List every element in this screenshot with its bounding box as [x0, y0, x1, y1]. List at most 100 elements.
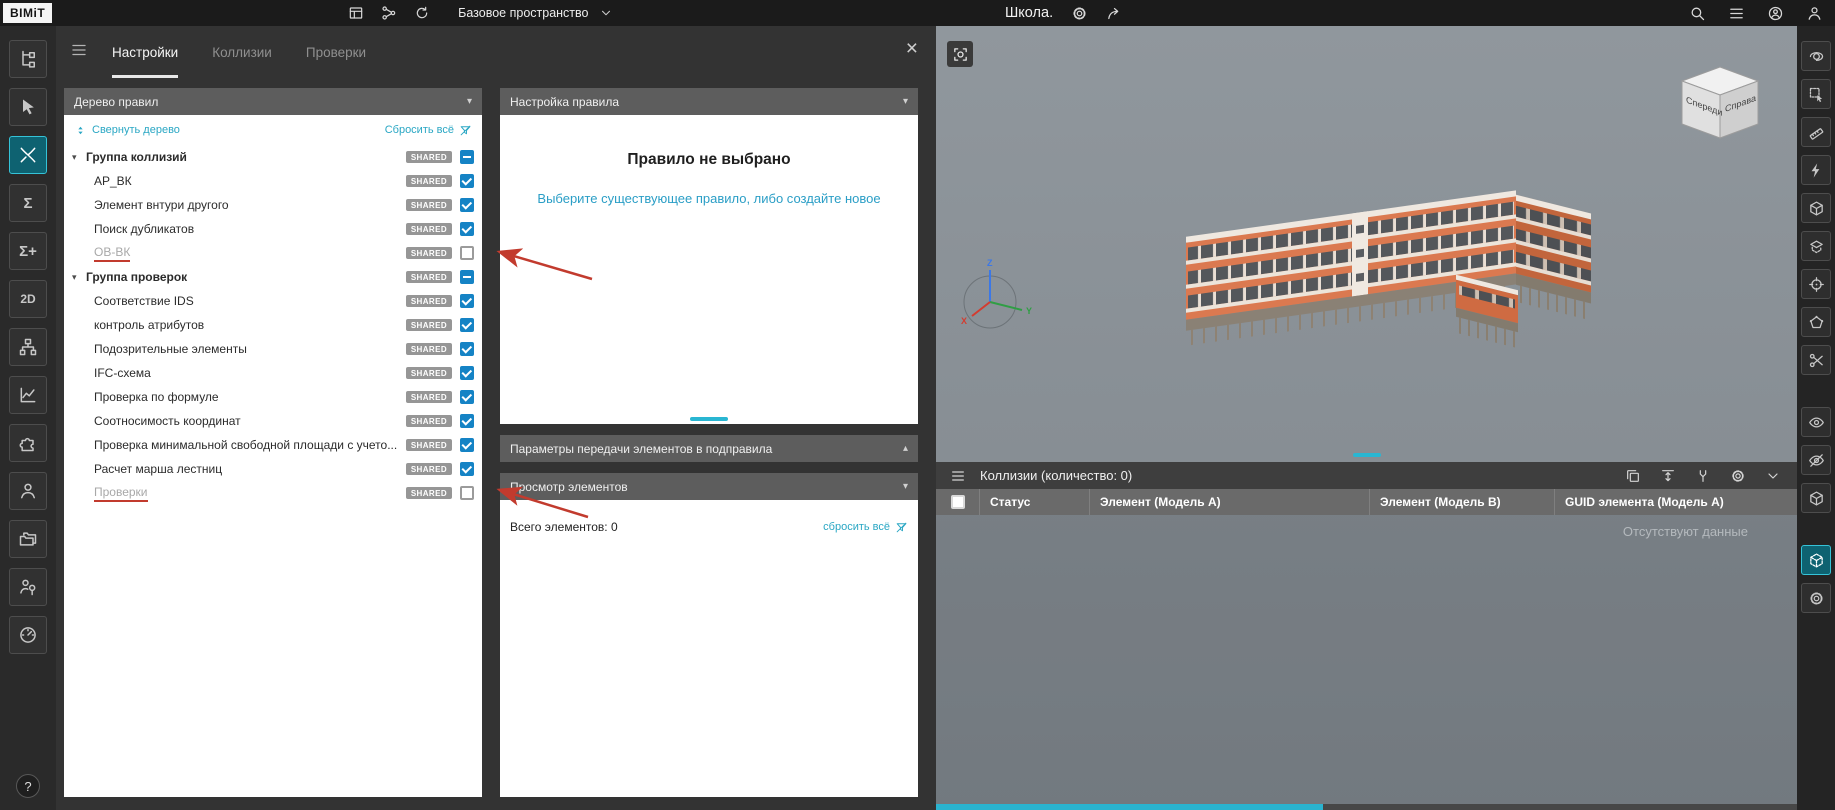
rule-checkbox[interactable] — [460, 294, 474, 308]
hide-elements-icon[interactable] — [1801, 445, 1831, 475]
merge-icon[interactable] — [1695, 468, 1711, 484]
panels-icon[interactable] — [348, 5, 364, 21]
cut-icon[interactable] — [1801, 345, 1831, 375]
area-select-icon[interactable] — [1801, 307, 1831, 337]
column-element-a[interactable]: Элемент (Модель A) — [1090, 489, 1370, 515]
orbit-icon[interactable] — [1801, 41, 1831, 71]
tab-collisions[interactable]: Коллизии — [212, 26, 272, 78]
tree-row[interactable]: ▾ Группа коллизий SHARED — [64, 145, 482, 169]
share-icon[interactable] — [1106, 5, 1123, 22]
rule-checkbox[interactable] — [460, 222, 474, 236]
ghost-mode-icon[interactable] — [1801, 545, 1831, 575]
reset-elements-link[interactable]: сбросить всё — [823, 521, 908, 534]
column-element-b[interactable]: Элемент (Модель B) — [1370, 489, 1555, 515]
profile-icon[interactable] — [9, 472, 47, 510]
help-button[interactable]: ? — [16, 774, 40, 798]
panel-menu-icon[interactable] — [70, 41, 88, 64]
rule-checkbox[interactable] — [460, 366, 474, 380]
rule-checkbox[interactable] — [460, 270, 474, 284]
rules-tree-header[interactable]: Дерево правил ▾ — [64, 88, 482, 115]
section-box-icon[interactable] — [1801, 193, 1831, 223]
scrollbar-thumb[interactable] — [936, 804, 1323, 810]
panel-menu-icon[interactable] — [950, 468, 966, 484]
tree-row[interactable]: АР_ВК SHARED — [64, 169, 482, 193]
tree-row[interactable]: ОВ-ВК SHARED — [64, 241, 482, 265]
collapse-tree-link[interactable]: Свернуть дерево — [74, 124, 180, 137]
show-elements-icon[interactable] — [1801, 407, 1831, 437]
rule-checkbox[interactable] — [460, 318, 474, 332]
rule-checkbox[interactable] — [460, 390, 474, 404]
reset-all-link[interactable]: Сбросить всё — [385, 124, 472, 137]
dashboard-icon[interactable] — [9, 616, 47, 654]
collaboration-icon[interactable] — [9, 568, 47, 606]
tree-row[interactable]: Поиск дубликатов SHARED — [64, 217, 482, 241]
column-status[interactable]: Статус — [980, 489, 1090, 515]
tree-row[interactable]: контроль атрибутов SHARED — [64, 313, 482, 337]
collapse-arrow-icon[interactable]: ▾ — [72, 152, 86, 163]
collapse-arrow-icon[interactable]: ▾ — [72, 272, 86, 283]
chevron-down-icon[interactable] — [1765, 468, 1781, 484]
rule-checkbox[interactable] — [460, 198, 474, 212]
tree-row[interactable]: Элемент внтури другого SHARED — [64, 193, 482, 217]
row-height-icon[interactable] — [1660, 468, 1676, 484]
scrollbar-thumb[interactable] — [690, 417, 728, 421]
rule-checkbox[interactable] — [460, 486, 474, 500]
tree-row[interactable]: Проверка по формуле SHARED — [64, 385, 482, 409]
tree-row[interactable]: Подозрительные элементы SHARED — [64, 337, 482, 361]
collision-tool-icon[interactable] — [9, 136, 47, 174]
structure-icon[interactable] — [9, 328, 47, 366]
sum-plus-tool-icon[interactable]: Σ+ — [9, 232, 47, 270]
focus-model-icon[interactable] — [1801, 269, 1831, 299]
tree-row[interactable]: Проверки SHARED — [64, 481, 482, 505]
rule-checkbox[interactable] — [460, 438, 474, 452]
tab-settings[interactable]: Настройки — [112, 26, 178, 78]
rule-checkbox[interactable] — [460, 150, 474, 164]
sync-icon[interactable] — [414, 5, 430, 21]
settings-gear-icon[interactable] — [1730, 468, 1746, 484]
settings-gear-icon[interactable] — [1071, 5, 1088, 22]
tree-row[interactable]: ▾ Группа проверок SHARED — [64, 265, 482, 289]
select-all-checkbox[interactable] — [951, 495, 965, 509]
account-icon[interactable] — [1767, 5, 1784, 22]
workspace-selector[interactable]: Базовое пространство — [458, 6, 612, 20]
tree-row[interactable]: Расчет марша лестниц SHARED — [64, 457, 482, 481]
tree-row[interactable]: IFC-схема SHARED — [64, 361, 482, 385]
section-plane-icon[interactable] — [1801, 231, 1831, 261]
analytics-icon[interactable] — [9, 376, 47, 414]
rule-settings-header[interactable]: Настройка правила ▾ — [500, 88, 918, 115]
quick-check-icon[interactable] — [1801, 155, 1831, 185]
viewport-settings-icon[interactable] — [1801, 583, 1831, 613]
select-tool-icon[interactable] — [9, 88, 47, 126]
rule-checkbox[interactable] — [460, 414, 474, 428]
sum-tool-icon[interactable]: Σ — [9, 184, 47, 222]
screenshot-icon[interactable] — [947, 41, 973, 67]
model-tree-icon[interactable] — [9, 40, 47, 78]
tree-row[interactable]: Проверка минимальной свободной площади с… — [64, 433, 482, 457]
3d-building-model[interactable] — [1156, 126, 1656, 366]
search-icon[interactable] — [1689, 5, 1706, 22]
drawings-2d-icon[interactable]: 2D — [9, 280, 47, 318]
horizontal-scrollbar[interactable] — [936, 804, 1797, 810]
rule-checkbox[interactable] — [460, 462, 474, 476]
isolate-icon[interactable] — [1801, 483, 1831, 513]
measure-icon[interactable] — [1801, 117, 1831, 147]
viewport-3d[interactable]: Спереди Справа Z Y X Коллизии (количеств… — [936, 26, 1797, 810]
view-cube[interactable]: Спереди Справа — [1679, 64, 1761, 142]
column-guid-a[interactable]: GUID элемента (Модель A) — [1555, 489, 1797, 515]
plugins-icon[interactable] — [9, 424, 47, 462]
rule-checkbox[interactable] — [460, 174, 474, 188]
close-icon[interactable]: × — [906, 38, 918, 59]
rule-checkbox[interactable] — [460, 342, 474, 356]
network-icon[interactable] — [381, 5, 397, 21]
select-window-icon[interactable] — [1801, 79, 1831, 109]
profile-icon[interactable] — [1806, 5, 1823, 22]
transfer-params-header[interactable]: Параметры передачи элементов в подправил… — [500, 435, 918, 462]
copy-icon[interactable] — [1625, 468, 1641, 484]
tree-row[interactable]: Соответствие IDS SHARED — [64, 289, 482, 313]
tree-row[interactable]: Соотносимость координат SHARED — [64, 409, 482, 433]
projects-icon[interactable] — [9, 520, 47, 558]
viewport-scrollbar-thumb[interactable] — [1353, 453, 1381, 457]
elements-view-header[interactable]: Просмотр элементов ▾ — [500, 473, 918, 500]
rule-checkbox[interactable] — [460, 246, 474, 260]
menu-icon[interactable] — [1728, 5, 1745, 22]
